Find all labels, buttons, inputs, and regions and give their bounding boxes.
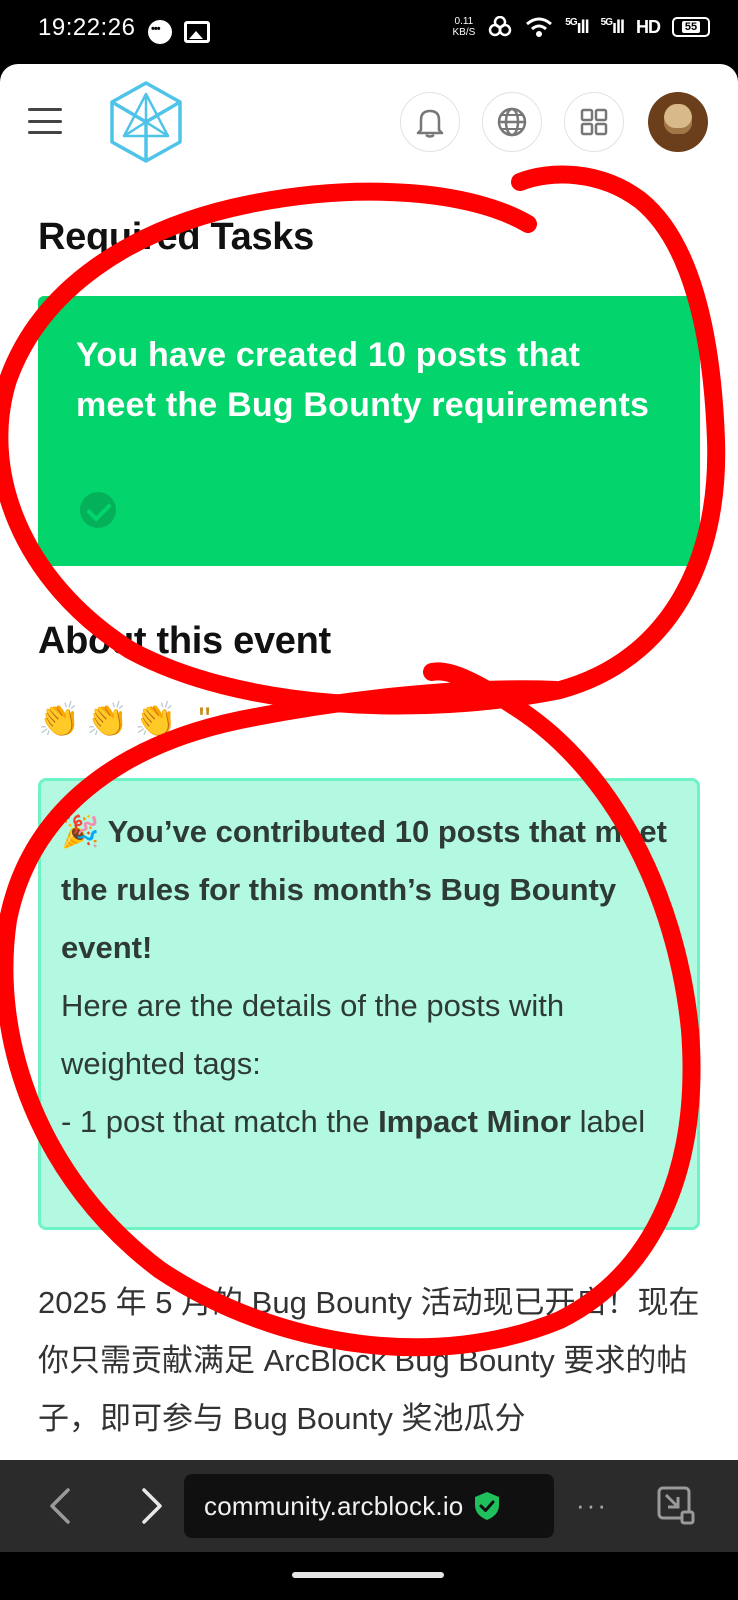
apps-grid-icon	[580, 108, 608, 136]
system-status-icons: 0.11 KB/S 5Gıll 5Gıll HD 55	[452, 16, 710, 38]
more-options-button[interactable]: ···	[576, 1490, 608, 1521]
wifi-icon	[526, 17, 553, 37]
web-page: Required Tasks You have created 10 posts…	[0, 64, 738, 1460]
status-time: 19:22:26	[38, 14, 136, 41]
about-event-heading: About this event	[38, 620, 331, 662]
forward-button[interactable]	[130, 1484, 174, 1528]
gallery-notification-icon	[184, 21, 210, 43]
shield-check-icon	[475, 1492, 500, 1520]
network-speed: 0.11 KB/S	[452, 16, 476, 38]
gesture-navigation-area	[0, 1552, 738, 1600]
signal-5g-1: 5Gıll	[565, 16, 589, 37]
hamburger-menu-icon[interactable]	[28, 108, 62, 134]
user-avatar[interactable]	[648, 92, 708, 152]
back-button[interactable]	[40, 1484, 84, 1528]
tabs-button[interactable]	[656, 1482, 696, 1526]
notifications-bell-button[interactable]	[400, 92, 460, 152]
url-text: community.arcblock.io	[204, 1490, 464, 1521]
required-tasks-heading: Required Tasks	[38, 216, 314, 258]
browser-toolbar: community.arcblock.io ···	[0, 1460, 738, 1552]
bounty-summary-card: 🎉 You’ve contributed 10 posts that meet …	[38, 778, 700, 1230]
party-popper-icon: 🎉	[61, 814, 100, 849]
bounty-details-intro: Here are the details of the posts with w…	[61, 988, 565, 1081]
signal-5g-2: 5Gıll	[600, 16, 625, 37]
bounty-headline: 🎉 You’ve contributed 10 posts that meet …	[61, 814, 667, 965]
back-arrow-icon	[50, 1488, 70, 1524]
hotspot-icon	[489, 16, 512, 37]
check-circle-icon	[80, 492, 116, 528]
status-bar: 19:22:26 0.11 KB/S 5Gıll 5Gıll HD 55	[0, 0, 738, 64]
forward-arrow-icon	[142, 1488, 162, 1524]
bounty-detail-item: - 1 post that match the Impact Minor lab…	[61, 1104, 646, 1139]
required-task-card: You have created 10 posts that meet the …	[38, 296, 700, 566]
arcblock-logo-icon[interactable]	[108, 80, 184, 164]
chat-notification-icon	[148, 20, 172, 44]
notification-icons	[148, 20, 210, 44]
task-status-text: You have created 10 posts that meet the …	[76, 336, 650, 424]
event-description-text: 2025 年 5 月的 Bug Bounty 活动现已开启！现在你只需贡献满足 …	[38, 1285, 700, 1436]
home-gesture-bar[interactable]	[292, 1572, 444, 1578]
bell-icon	[416, 109, 444, 138]
tabs-icon	[657, 1486, 695, 1525]
address-bar[interactable]: community.arcblock.io	[184, 1474, 554, 1538]
site-header	[0, 64, 738, 184]
globe-icon	[497, 107, 527, 137]
clap-emoji-row: 👏👏👏 "	[38, 701, 217, 739]
apps-grid-button[interactable]	[564, 92, 624, 152]
language-globe-button[interactable]	[482, 92, 542, 152]
hd-voice-indicator: HD	[636, 16, 661, 37]
battery-icon: 55	[672, 17, 710, 37]
